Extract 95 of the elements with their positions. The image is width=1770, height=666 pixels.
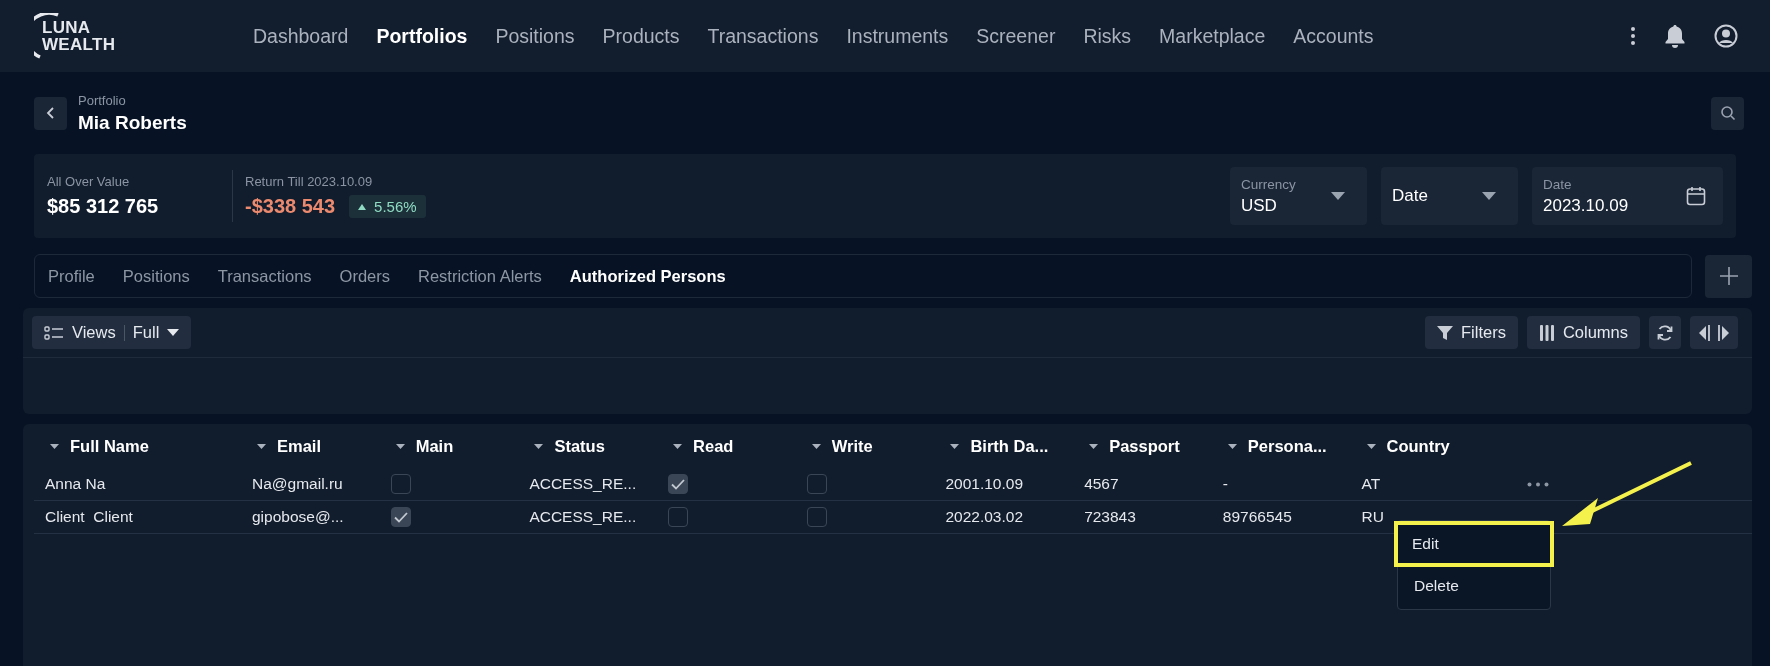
- back-button[interactable]: [34, 96, 67, 130]
- date-picker[interactable]: Date 2023.10.09: [1532, 167, 1723, 225]
- checkbox[interactable]: [668, 507, 689, 527]
- column-header[interactable]: Country: [1350, 424, 1490, 468]
- table-cell: 2001.10.09: [945, 475, 1023, 493]
- table-cell: 2022.03.02: [945, 508, 1023, 526]
- triangle-up-icon: [358, 203, 367, 210]
- stat-label: Return Till 2023.10.09: [245, 174, 374, 189]
- nav-link[interactable]: Instruments: [846, 24, 949, 48]
- table-cell: Anna Na: [45, 475, 106, 493]
- tab[interactable]: Positions: [122, 266, 190, 286]
- list-icon: [44, 324, 64, 341]
- column-header[interactable]: Status: [518, 424, 658, 468]
- chevron-left-icon: [45, 106, 56, 120]
- search-icon: [1719, 105, 1736, 121]
- sort-caret-icon: [1089, 443, 1099, 449]
- calendar-icon: [1686, 186, 1706, 206]
- checkbox[interactable]: [668, 474, 689, 494]
- nav-link[interactable]: Portfolios: [376, 24, 468, 48]
- return-value: -$338 543: [245, 195, 336, 218]
- nav-link[interactable]: Accounts: [1293, 24, 1374, 48]
- table-cell: AT: [1361, 475, 1381, 493]
- menu-item[interactable]: Delete: [1400, 567, 1548, 605]
- table-cell: 4567: [1084, 475, 1119, 493]
- nav-link[interactable]: Products: [602, 24, 680, 48]
- table-cell: RU: [1361, 508, 1384, 526]
- caret-down-icon: [1331, 192, 1345, 200]
- sort-caret-icon: [673, 443, 683, 449]
- columns-icon: [1538, 324, 1555, 341]
- panel-toggle-button[interactable]: [1690, 316, 1738, 349]
- table-cell: ACCESS_RE...: [529, 508, 637, 526]
- sort-caret-icon: [395, 443, 405, 449]
- search-button[interactable]: [1711, 96, 1744, 130]
- sort-caret-icon: [811, 443, 821, 449]
- nav-link[interactable]: Marketplace: [1159, 24, 1266, 48]
- menu-item[interactable]: Edit: [1394, 521, 1554, 567]
- more-vertical-icon[interactable]: [1630, 26, 1636, 46]
- plus-icon: [1718, 266, 1739, 286]
- refresh-button[interactable]: [1649, 316, 1681, 349]
- tab[interactable]: Transactions: [217, 266, 312, 286]
- tab[interactable]: Orders: [339, 266, 390, 286]
- change-badge: 5.56%: [349, 195, 426, 218]
- columns-button[interactable]: Columns: [1526, 316, 1640, 349]
- checkbox[interactable]: [390, 507, 411, 527]
- tab[interactable]: Restriction Alerts: [418, 266, 542, 286]
- nav-link[interactable]: Screener: [976, 24, 1056, 48]
- sort-caret-icon: [257, 443, 266, 449]
- table-cell: ACCESS_RE...: [529, 475, 637, 493]
- column-header[interactable]: Read: [657, 424, 796, 468]
- logo-text[interactable]: LUNA WEALTH: [42, 19, 116, 53]
- nav-link[interactable]: Risks: [1083, 24, 1132, 48]
- sort-caret-icon: [1227, 443, 1237, 449]
- portfolio-name: Mia Roberts: [78, 111, 188, 134]
- column-header[interactable]: Persona...: [1211, 424, 1351, 468]
- column-header[interactable]: Birth Da...: [934, 424, 1074, 468]
- sort-caret-icon: [950, 443, 960, 449]
- caret-down-icon: [1482, 192, 1496, 200]
- funnel-icon: [1436, 325, 1453, 340]
- checkbox[interactable]: [390, 474, 411, 494]
- bell-icon[interactable]: [1664, 24, 1686, 48]
- dropdown[interactable]: Date: [1381, 167, 1518, 225]
- tab[interactable]: Authorized Persons: [569, 266, 726, 286]
- sort-caret-icon: [1366, 443, 1376, 449]
- refresh-icon: [1656, 323, 1674, 342]
- column-header[interactable]: Main: [379, 424, 519, 468]
- tab[interactable]: Profile: [48, 266, 95, 286]
- filters-button[interactable]: Filters: [1424, 316, 1518, 349]
- column-header[interactable]: Passport: [1073, 424, 1212, 468]
- column-header[interactable]: Email: [241, 424, 380, 468]
- table-cell: -: [1222, 475, 1228, 493]
- table-row[interactable]: Anna Na Na@gmail.ru ACCESS_RE... 2001.10.09 4567 - AT: [34, 468, 1752, 501]
- column-header[interactable]: Write: [795, 424, 935, 468]
- add-button[interactable]: [1705, 254, 1752, 298]
- views-dropdown[interactable]: Views Full: [32, 316, 192, 349]
- table-cell: gipobose@...: [252, 508, 344, 526]
- stat-value: $85 312 765: [47, 195, 160, 218]
- table-cell: Client Client: [45, 508, 133, 526]
- more-horizontal-icon[interactable]: [1527, 481, 1550, 487]
- user-avatar-icon[interactable]: [1714, 24, 1738, 48]
- checkbox[interactable]: [806, 474, 827, 494]
- nav-link[interactable]: Dashboard: [253, 24, 349, 48]
- checkbox[interactable]: [806, 507, 827, 527]
- split-arrows-icon: [1697, 324, 1731, 341]
- sort-caret-icon: [534, 443, 544, 449]
- nav-link[interactable]: Transactions: [707, 24, 819, 48]
- sort-caret-icon: [50, 443, 59, 449]
- column-header[interactable]: Full Name: [34, 424, 241, 468]
- caret-down-icon: [167, 329, 180, 336]
- portfolio-label: Portfolio: [78, 92, 127, 108]
- stat-label: All Over Value: [47, 174, 131, 189]
- table-cell: 89766545: [1222, 508, 1292, 526]
- nav-link[interactable]: Positions: [495, 24, 575, 48]
- table-cell: Na@gmail.ru: [252, 475, 343, 493]
- dropdown[interactable]: Currency USD: [1230, 167, 1367, 225]
- table-cell: 723843: [1084, 508, 1136, 526]
